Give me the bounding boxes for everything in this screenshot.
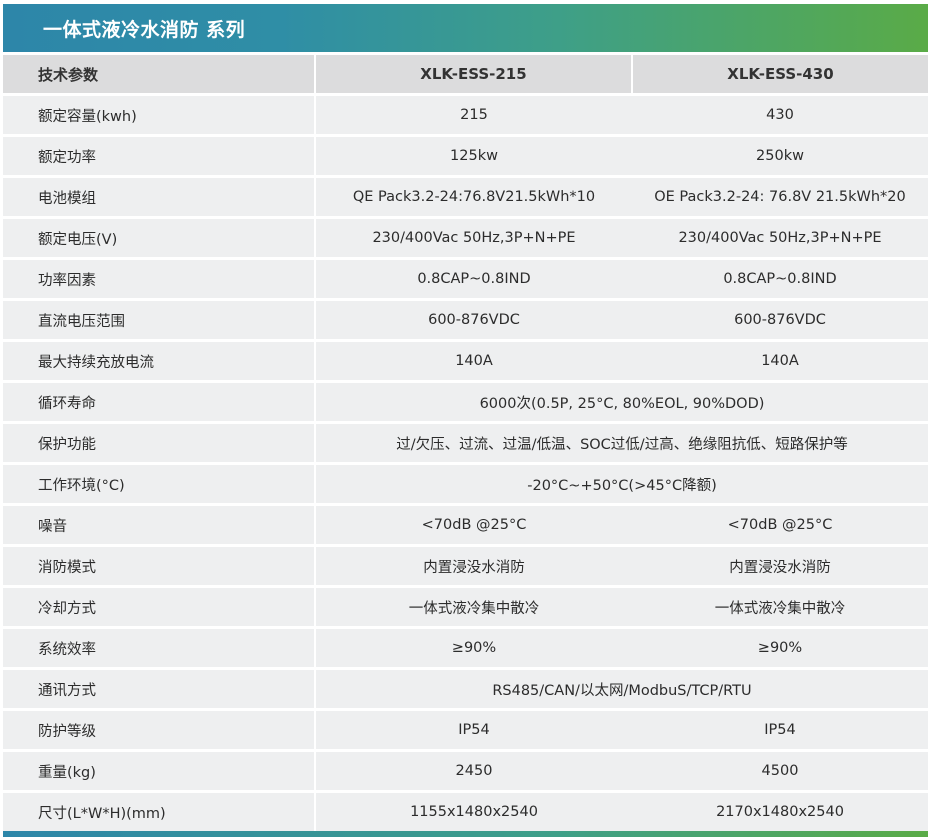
table-row: 系统效率 ≥90% ≥90% bbox=[3, 626, 928, 669]
row-label: 循环寿命 bbox=[3, 380, 316, 423]
row-label: 重量(kg) bbox=[3, 749, 316, 792]
row-value-model-1: 0.8CAP~0.8IND bbox=[315, 257, 632, 300]
table-row: 冷却方式 一体式液冷集中散冷 一体式液冷集中散冷 bbox=[3, 585, 928, 628]
table-row: 循环寿命 6000次(0.5P, 25°C, 80%EOL, 90%DOD) bbox=[3, 380, 928, 423]
table-row: 额定容量(kwh) 215 430 bbox=[3, 93, 928, 136]
table-row: 额定电压(V) 230/400Vac 50Hz,3P+N+PE 230/400Vac… bbox=[3, 216, 928, 259]
table-body: 额定容量(kwh) 215 430 额定功率 125kw 250kw 电池模组 QE Pack… bbox=[3, 93, 928, 831]
row-value-model-1: 215 bbox=[315, 93, 632, 136]
row-value-merged: RS485/CAN/以太网/ModbuS/TCP/RTU bbox=[315, 667, 928, 710]
row-value-model-2: OE Pack3.2-24: 76.8V 21.5kWh*20 bbox=[632, 175, 928, 218]
row-value-model-2: 230/400Vac 50Hz,3P+N+PE bbox=[632, 216, 928, 259]
row-label: 额定功率 bbox=[3, 134, 316, 177]
row-value-model-2: IP54 bbox=[632, 708, 928, 751]
row-label: 通讯方式 bbox=[3, 667, 316, 710]
row-label: 保护功能 bbox=[3, 421, 316, 464]
row-value-model-1: 1155x1480x2540 bbox=[315, 790, 632, 831]
row-value-model-1: QE Pack3.2-24:76.8V21.5kWh*10 bbox=[315, 175, 632, 218]
title-banner: 一体式液冷水消防 系列 bbox=[3, 4, 928, 52]
row-value-model-2: 4500 bbox=[632, 749, 928, 792]
table-row: 功率因素 0.8CAP~0.8IND 0.8CAP~0.8IND bbox=[3, 257, 928, 300]
row-value-model-1: 2450 bbox=[315, 749, 632, 792]
row-label: 功率因素 bbox=[3, 257, 316, 300]
row-label: 冷却方式 bbox=[3, 585, 316, 628]
row-value-model-2: 250kw bbox=[632, 134, 928, 177]
row-value-model-1: ≥90% bbox=[315, 626, 632, 669]
row-label: 额定容量(kwh) bbox=[3, 93, 316, 136]
row-value-merged: 过/欠压、过流、过温/低温、SOC过低/过高、绝缘阻抗低、短路保护等 bbox=[315, 421, 928, 464]
bottom-accent-bar bbox=[3, 831, 928, 837]
row-label: 额定电压(V) bbox=[3, 216, 316, 259]
table-row: 尺寸(L*W*H)(mm) 1155x1480x2540 2170x1480x254… bbox=[3, 790, 928, 831]
row-value-model-1: 230/400Vac 50Hz,3P+N+PE bbox=[315, 216, 632, 259]
table-row: 工作环境(°C) -20°C~+50°C(>45°C降额) bbox=[3, 462, 928, 505]
row-value-model-2: 内置浸没水消防 bbox=[632, 544, 928, 587]
table-row: 消防模式 内置浸没水消防 内置浸没水消防 bbox=[3, 544, 928, 587]
row-label: 电池模组 bbox=[3, 175, 316, 218]
header-model-2: XLK-ESS-430 bbox=[631, 55, 928, 95]
row-value-model-1: IP54 bbox=[315, 708, 632, 751]
row-value-merged: 6000次(0.5P, 25°C, 80%EOL, 90%DOD) bbox=[315, 380, 928, 423]
row-value-model-2: 一体式液冷集中散冷 bbox=[632, 585, 928, 628]
table-row: 最大持续充放电流 140A 140A bbox=[3, 339, 928, 382]
row-value-model-2: 430 bbox=[632, 93, 928, 136]
row-value-model-2: 600-876VDC bbox=[632, 298, 928, 341]
row-value-model-1: <70dB @25°C bbox=[315, 503, 632, 546]
row-label: 防护等级 bbox=[3, 708, 316, 751]
row-value-model-2: 2170x1480x2540 bbox=[632, 790, 928, 831]
row-value-model-1: 140A bbox=[315, 339, 632, 382]
row-label: 工作环境(°C) bbox=[3, 462, 316, 505]
page-title: 一体式液冷水消防 系列 bbox=[43, 18, 246, 41]
row-label: 最大持续充放电流 bbox=[3, 339, 316, 382]
table-row: 直流电压范围 600-876VDC 600-876VDC bbox=[3, 298, 928, 341]
row-value-model-2: <70dB @25°C bbox=[632, 503, 928, 546]
spec-sheet: 一体式液冷水消防 系列 技术参数 XLK-ESS-215 XLK-ESS-430… bbox=[0, 0, 931, 839]
row-value-model-1: 600-876VDC bbox=[315, 298, 632, 341]
row-label: 尺寸(L*W*H)(mm) bbox=[3, 790, 316, 831]
row-label: 直流电压范围 bbox=[3, 298, 316, 341]
row-label: 消防模式 bbox=[3, 544, 316, 587]
table-row: 额定功率 125kw 250kw bbox=[3, 134, 928, 177]
row-label: 系统效率 bbox=[3, 626, 316, 669]
header-label: 技术参数 bbox=[3, 55, 315, 95]
table-row: 电池模组 QE Pack3.2-24:76.8V21.5kWh*10 OE Pack… bbox=[3, 175, 928, 218]
table-row: 保护功能 过/欠压、过流、过温/低温、SOC过低/过高、绝缘阻抗低、短路保护等 bbox=[3, 421, 928, 464]
row-value-model-1: 一体式液冷集中散冷 bbox=[315, 585, 632, 628]
header-model-1: XLK-ESS-215 bbox=[314, 55, 632, 95]
table-row: 防护等级 IP54 IP54 bbox=[3, 708, 928, 751]
row-label: 噪音 bbox=[3, 503, 316, 546]
row-value-merged: -20°C~+50°C(>45°C降额) bbox=[315, 462, 928, 505]
spec-table: 技术参数 XLK-ESS-215 XLK-ESS-430 额定容量(kwh) 21… bbox=[3, 55, 928, 831]
table-row: 通讯方式 RS485/CAN/以太网/ModbuS/TCP/RTU bbox=[3, 667, 928, 710]
row-value-model-1: 内置浸没水消防 bbox=[315, 544, 632, 587]
row-value-model-1: 125kw bbox=[315, 134, 632, 177]
row-value-model-2: ≥90% bbox=[632, 626, 928, 669]
row-value-model-2: 0.8CAP~0.8IND bbox=[632, 257, 928, 300]
row-value-model-2: 140A bbox=[632, 339, 928, 382]
table-row: 重量(kg) 2450 4500 bbox=[3, 749, 928, 792]
table-row: 噪音 <70dB @25°C <70dB @25°C bbox=[3, 503, 928, 546]
table-header-row: 技术参数 XLK-ESS-215 XLK-ESS-430 bbox=[3, 55, 928, 95]
